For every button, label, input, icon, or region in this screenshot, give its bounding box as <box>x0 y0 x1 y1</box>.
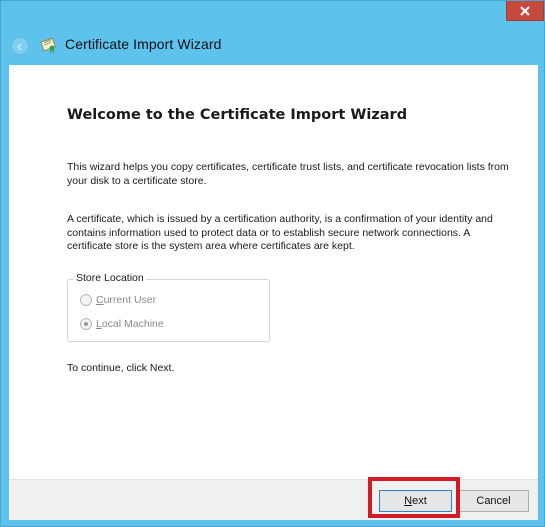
certificate-description: A certificate, which is issued by a cert… <box>67 213 493 252</box>
back-button[interactable] <box>11 37 29 55</box>
page-heading: Welcome to the Certificate Import Wizard <box>67 107 408 123</box>
certificate-icon <box>40 36 58 54</box>
intro-paragraph: This wizard helps you copy certificates,… <box>67 161 509 187</box>
window-title: Certificate Import Wizard <box>65 36 222 52</box>
local-machine-option[interactable]: Local Machine <box>80 318 164 330</box>
current-user-label: Current User <box>96 294 157 306</box>
back-arrow-icon <box>15 37 25 56</box>
store-location-group: Store Location Current User Local Machin… <box>67 272 270 342</box>
store-location-legend: Store Location <box>74 272 146 284</box>
next-button[interactable]: Next <box>379 490 452 512</box>
continue-hint: To continue, click Next. <box>67 362 175 374</box>
wizard-content: Welcome to the Certificate Import Wizard… <box>9 65 538 479</box>
close-icon <box>520 5 530 16</box>
current-user-option[interactable]: Current User <box>80 294 156 306</box>
wizard-window: Certificate Import Wizard Welcome to the… <box>0 0 545 527</box>
local-machine-label: Local Machine <box>96 318 164 330</box>
current-user-radio[interactable] <box>80 294 92 306</box>
local-machine-radio[interactable] <box>80 318 92 330</box>
cancel-button[interactable]: Cancel <box>458 490 529 512</box>
button-bar: Next Cancel <box>9 479 538 520</box>
close-button[interactable] <box>506 1 544 21</box>
